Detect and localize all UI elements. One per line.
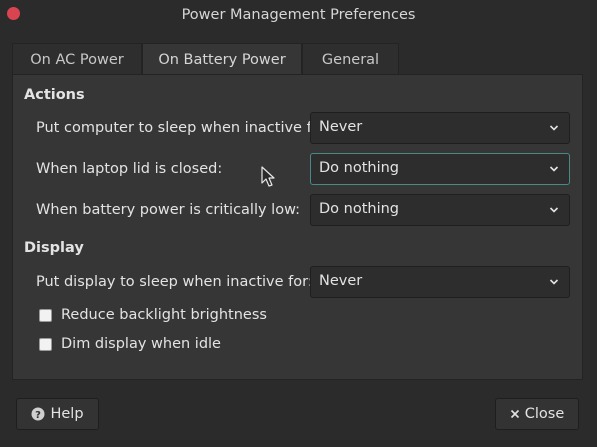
lid-closed-select[interactable]: Do nothing [310,153,570,185]
chevron-down-icon [549,207,559,213]
display-sleep-value: Never [319,273,363,289]
computer-sleep-label: Put computer to sleep when inactive for: [36,120,332,136]
help-button[interactable]: ? Help [16,398,99,430]
lid-closed-value: Do nothing [319,160,400,176]
svg-text:?: ? [36,410,42,421]
power-preferences-window: Power Management Preferences On AC Power… [0,0,597,447]
tab-general[interactable]: General [302,43,399,75]
chevron-down-icon [549,166,559,172]
computer-sleep-select[interactable]: Never [310,112,570,144]
reduce-backlight-label: Reduce backlight brightness [61,307,267,323]
close-button[interactable]: Close [495,398,579,430]
actions-heading: Actions [24,87,85,103]
critical-battery-label: When battery power is critically low: [36,202,301,218]
computer-sleep-value: Never [319,119,363,135]
window-title: Power Management Preferences [181,7,416,23]
chevron-down-icon [549,279,559,285]
critical-battery-value: Do nothing [319,201,400,217]
dim-idle-checkbox-row[interactable]: Dim display when idle [39,335,221,353]
tab-on-battery-power[interactable]: On Battery Power [142,43,302,75]
display-sleep-select[interactable]: Never [310,266,570,298]
close-button-label: Close [524,406,565,422]
lid-closed-label: When laptop lid is closed: [36,161,223,177]
tab-bar: On AC Power On Battery Power General [12,43,399,75]
chevron-down-icon [549,125,559,131]
mouse-pointer-icon [261,166,275,187]
display-sleep-label: Put display to sleep when inactive for: [36,274,313,290]
tab-on-ac-power[interactable]: On AC Power [12,43,142,75]
reduce-backlight-checkbox[interactable] [39,308,52,322]
reduce-backlight-checkbox-row[interactable]: Reduce backlight brightness [39,306,267,324]
critical-battery-select[interactable]: Do nothing [310,194,570,226]
help-button-label: Help [50,406,84,422]
help-circle-icon: ? [31,407,45,421]
x-icon [510,409,520,419]
dim-idle-label: Dim display when idle [61,336,221,352]
dim-idle-checkbox[interactable] [39,337,52,351]
title-bar: Power Management Preferences [0,0,597,32]
display-heading: Display [24,240,84,256]
battery-settings-panel: Actions Put computer to sleep when inact… [12,74,583,380]
